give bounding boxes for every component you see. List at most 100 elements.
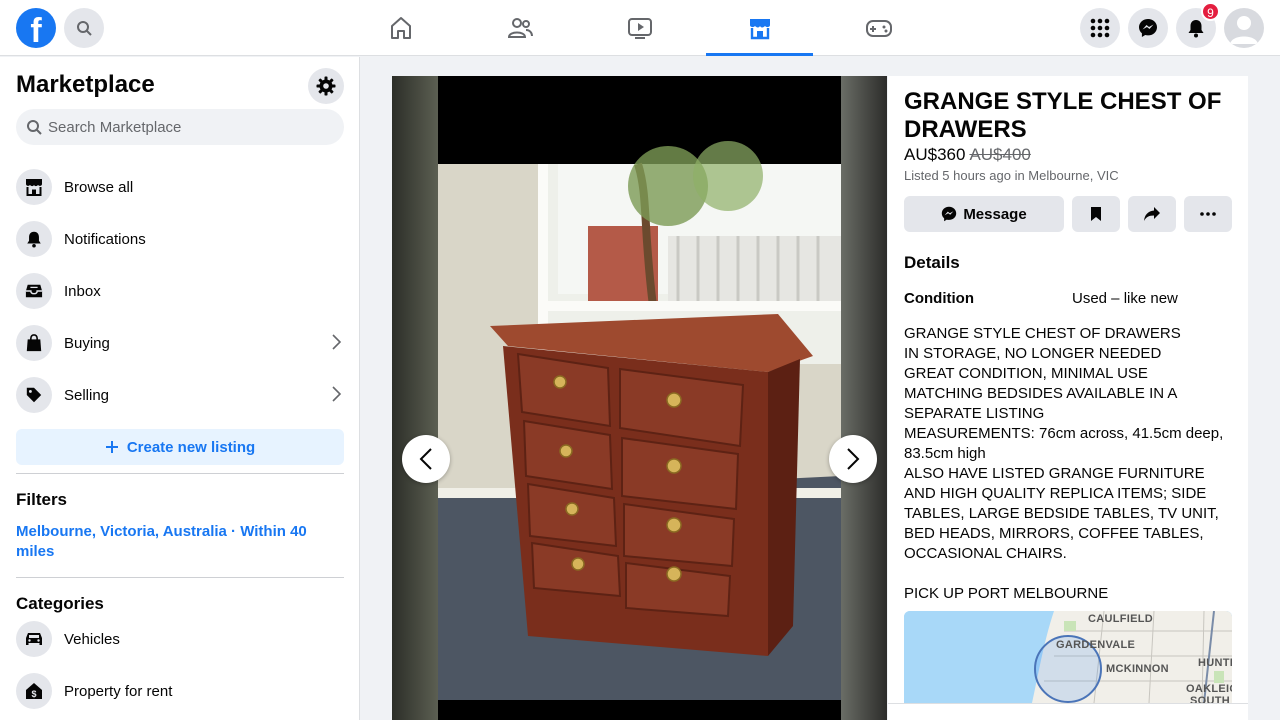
chevron-left-icon [419, 448, 432, 470]
divider [16, 473, 344, 474]
description-line [904, 564, 1234, 584]
description-line: PICK UP PORT MELBOURNE [904, 585, 1109, 602]
create-listing-label: Create new listing [126, 438, 256, 456]
category-item-vehicles[interactable]: Vehicles [16, 617, 344, 661]
tab-home[interactable] [347, 0, 454, 56]
share-icon [1144, 207, 1160, 221]
page-title: Marketplace [16, 71, 155, 98]
menu-button[interactable] [1080, 8, 1120, 48]
current-price: AU$360 [904, 145, 966, 164]
description-line: IN STORAGE, NO LONGER NEEDED [904, 345, 1162, 362]
sidebar-item-label: Selling [64, 386, 110, 404]
sidebar-item-label: Notifications [64, 230, 146, 248]
description-line: ALSO HAVE LISTED GRANGE FURNITURE AND HI… [904, 465, 1219, 562]
tab-friends[interactable] [466, 0, 573, 56]
map-image [904, 611, 1232, 703]
chevron-right-icon [332, 334, 342, 350]
search-input[interactable] [48, 118, 328, 136]
inbox-icon [16, 273, 52, 309]
ellipsis-icon [1200, 212, 1216, 216]
map-label: MCKINNON [1106, 663, 1169, 675]
map-label: CAULFIELD [1088, 613, 1154, 625]
category-label: Property for rent [64, 682, 173, 700]
tab-marketplace[interactable] [706, 0, 813, 56]
bell-icon [1188, 20, 1204, 38]
share-button[interactable] [1128, 196, 1176, 232]
profile-avatar[interactable] [1224, 8, 1264, 48]
more-options-button[interactable] [1184, 196, 1232, 232]
create-new-listing-button[interactable]: Create new listing [16, 429, 344, 465]
sidebar-item-notifications[interactable]: Notifications [16, 217, 344, 261]
listing-title: GRANGE STYLE CHEST OF DRAWERS [904, 88, 1222, 143]
svg-text:$: $ [31, 689, 36, 699]
category-label: Vehicles [64, 630, 120, 648]
search-icon [77, 21, 92, 36]
sidebar-item-inbox[interactable]: Inbox [16, 269, 344, 313]
settings-button[interactable] [308, 68, 344, 104]
next-photo-button[interactable] [829, 435, 877, 483]
tab-gaming[interactable] [825, 0, 932, 56]
location-filter-link[interactable]: Melbourne, Victoria, Australia · Within … [16, 522, 326, 562]
bookmark-icon [1091, 207, 1101, 221]
messenger-icon [1139, 19, 1157, 37]
store-icon [749, 19, 770, 40]
chevron-right-icon [847, 448, 860, 470]
search-icon [27, 120, 42, 135]
store-icon [16, 169, 52, 205]
original-price: AU$400 [969, 145, 1031, 164]
sidebar-item-selling[interactable]: Selling [16, 373, 344, 417]
filters-heading: Filters [16, 490, 68, 509]
gamepad-icon [865, 20, 892, 37]
default-avatar-icon [1230, 16, 1258, 44]
friends-icon [507, 18, 533, 38]
description-line: GRANGE STYLE CHEST OF DRAWERS [904, 325, 1181, 342]
map-label: SOUTH [1190, 695, 1230, 703]
facebook-logo[interactable]: f [16, 8, 56, 48]
sidebar-item-label: Inbox [64, 282, 101, 300]
notifications-button[interactable]: 9 [1176, 2, 1220, 48]
car-icon [16, 621, 52, 657]
map-label: OAKLEIG [1186, 683, 1232, 695]
categories-heading: Categories [16, 594, 104, 613]
messenger-icon [942, 206, 957, 222]
home-icon [390, 17, 411, 39]
save-button[interactable] [1072, 196, 1120, 232]
marketplace-sidebar: Marketplace Browse all Notifications Inb… [0, 57, 360, 720]
description-line: MATCHING BEDSIDES AVAILABLE IN A SEPARAT… [904, 385, 1177, 422]
listing-price: AU$360 AU$400 [904, 145, 1031, 165]
search-button[interactable] [64, 8, 104, 48]
messenger-button[interactable] [1128, 8, 1168, 48]
chevron-right-icon [332, 386, 342, 402]
sidebar-item-browse-all[interactable]: Browse all [16, 165, 344, 209]
condition-value: Used – like new [1072, 290, 1178, 307]
listing-description: GRANGE STYLE CHEST OF DRAWERS IN STORAGE… [904, 324, 1234, 604]
gear-icon [316, 76, 336, 96]
top-bar: f 9 [0, 0, 1280, 56]
listing-photo-viewer [392, 76, 887, 720]
grid-menu-icon [1090, 18, 1110, 38]
category-item-property-for-rent[interactable]: $ Property for rent [16, 669, 344, 713]
sidebar-item-label: Buying [64, 334, 110, 352]
details-heading: Details [904, 253, 960, 272]
listing-time-location: Listed 5 hours ago in Melbourne, VIC [904, 168, 1119, 183]
message-seller-button[interactable]: Message [904, 196, 1064, 232]
house-dollar-icon: $ [16, 673, 52, 709]
sidebar-item-buying[interactable]: Buying [16, 321, 344, 365]
divider [16, 577, 344, 578]
marketplace-search[interactable] [16, 109, 344, 145]
tab-watch[interactable] [586, 0, 693, 56]
tag-icon [16, 377, 52, 413]
location-map[interactable]: CAULFIELD GARDENVALE MCKINNON HUNTI OAKL… [904, 611, 1232, 703]
bell-icon [16, 221, 52, 257]
previous-photo-button[interactable] [402, 435, 450, 483]
details-footer [888, 703, 1248, 720]
chest-of-drawers-image [438, 76, 841, 720]
photo-blur-right [841, 76, 887, 720]
shopping-bag-icon [16, 325, 52, 361]
photo-blur-left [392, 76, 438, 720]
plus-icon [105, 441, 118, 453]
map-label: HUNTI [1198, 657, 1232, 669]
listing-photo [438, 76, 841, 720]
description-line: MEASUREMENTS: 76cm across, 41.5cm deep, … [904, 425, 1224, 462]
map-label: GARDENVALE [1056, 639, 1136, 651]
